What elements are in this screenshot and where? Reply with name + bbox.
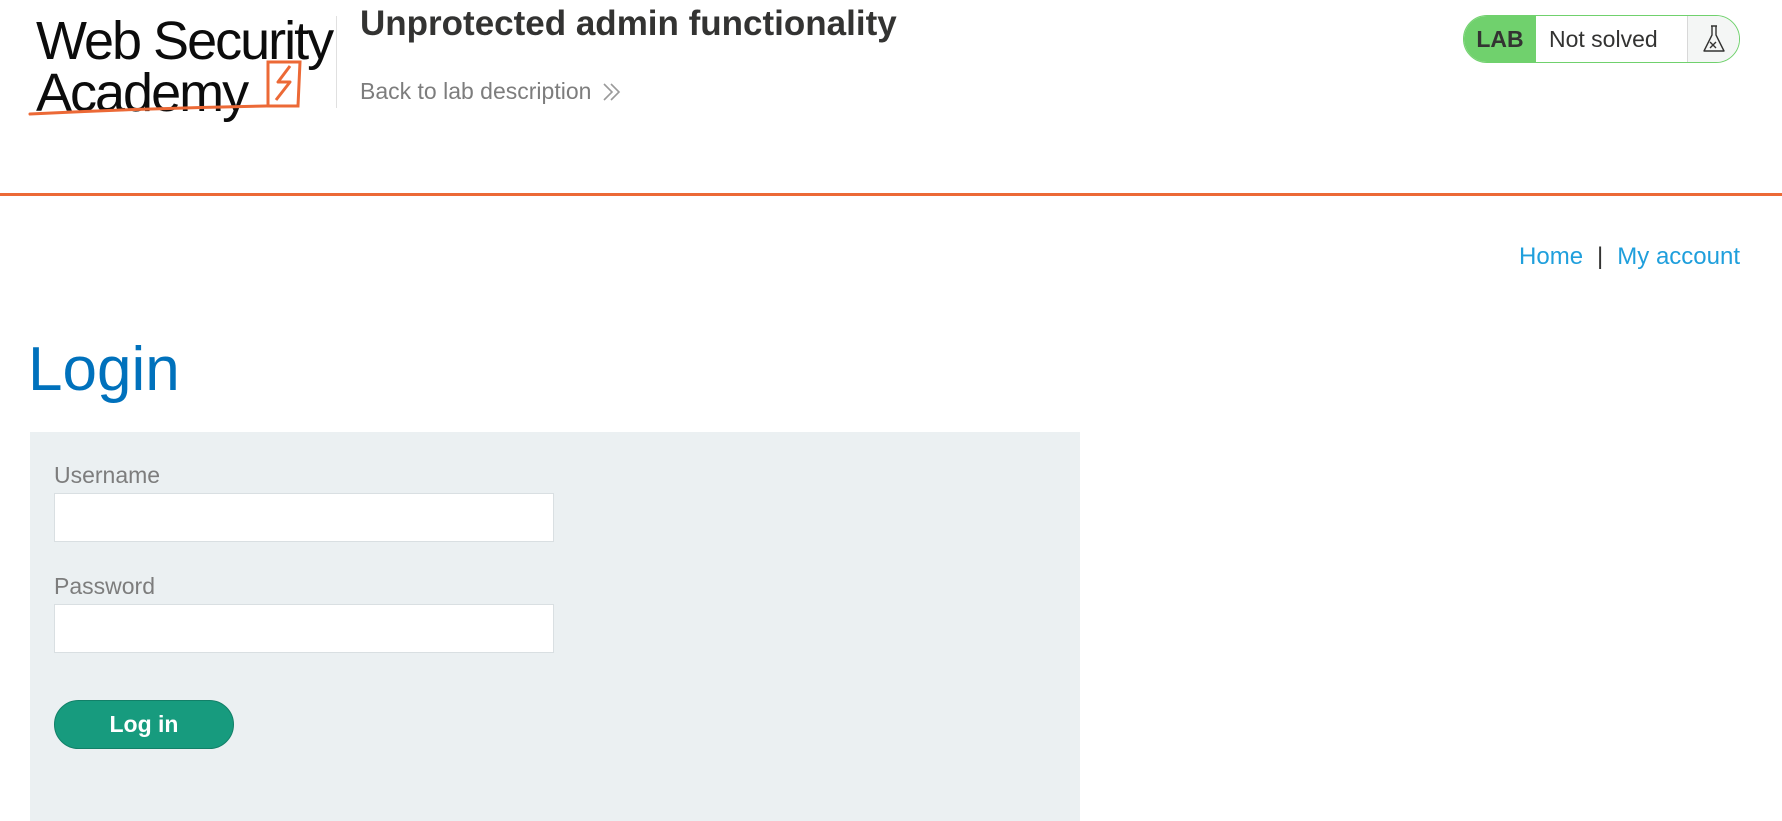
top-nav: Home | My account bbox=[1519, 243, 1740, 271]
nav-home-link[interactable]: Home bbox=[1519, 243, 1583, 271]
password-label: Password bbox=[54, 573, 155, 599]
password-input[interactable] bbox=[54, 604, 554, 653]
nav-my-account-link[interactable]: My account bbox=[1617, 243, 1740, 271]
page-title: Login bbox=[28, 335, 180, 404]
username-label: Username bbox=[54, 462, 161, 488]
double-chevron-right-icon bbox=[603, 82, 621, 101]
lab-status-widget[interactable]: LAB Not solved bbox=[1463, 15, 1740, 63]
nav-separator: | bbox=[1597, 243, 1604, 270]
log-in-button[interactable]: Log in bbox=[54, 700, 234, 749]
lab-status-text: Not solved bbox=[1536, 16, 1687, 62]
username-input[interactable] bbox=[54, 493, 554, 542]
lab-title: Unprotected admin functionality bbox=[360, 4, 897, 43]
logo-divider bbox=[336, 16, 337, 108]
back-to-lab-description-link[interactable]: Back to lab description bbox=[360, 78, 623, 105]
flask-icon bbox=[1687, 16, 1739, 62]
lightning-bolt-icon bbox=[28, 60, 302, 116]
header: Web Security Academy Unprotected admin f… bbox=[0, 0, 1782, 196]
back-link-label: Back to lab description bbox=[360, 78, 592, 104]
web-security-academy-logo[interactable]: Web Security Academy bbox=[28, 10, 338, 123]
login-form: Username Password Log in bbox=[30, 432, 1080, 821]
lab-badge: LAB bbox=[1464, 16, 1536, 62]
